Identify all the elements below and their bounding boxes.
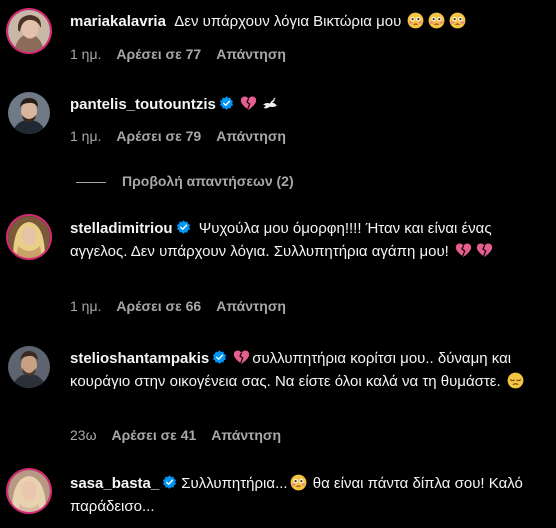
comment-username[interactable]: stelioshantampakis (70, 350, 209, 367)
broken-heart-emoji-icon (240, 95, 257, 112)
comment-meta: 1 ημ. Αρέσει σε 79 Απάντηση (70, 127, 301, 145)
avatar-image (8, 216, 50, 258)
comment-likes[interactable]: Αρέσει σε 41 (112, 427, 197, 443)
pensive-emoji-icon (507, 372, 524, 389)
comment-likes[interactable]: Αρέσει σε 79 (116, 128, 201, 144)
reply-button[interactable]: Απάντηση (216, 128, 286, 144)
comments-feed: mariakalavria Δεν υπάρχουν λόγια Βικτώρι… (0, 0, 556, 528)
avatar-image (8, 470, 50, 512)
verified-badge-icon (176, 220, 191, 235)
reply-button[interactable]: Απάντηση (211, 427, 281, 443)
comment-time[interactable]: 1 ημ. (70, 128, 101, 144)
comment-item: pantelis_toutountzis 1 ημ. Αρέσει σε 79 Απ… (0, 84, 556, 154)
flushed-emoji-icon (428, 12, 445, 29)
comment-meta: 23ω Αρέσει σε 41 Απάντηση (70, 426, 296, 444)
avatar[interactable] (8, 92, 50, 134)
comment-time[interactable]: 1 ημ. (70, 46, 101, 62)
comment-likes[interactable]: Αρέσει σε 66 (116, 298, 201, 314)
comment-meta: 1 ημ. Αρέσει σε 66 Απάντηση (70, 297, 301, 315)
avatar-image (8, 92, 50, 134)
comment-username[interactable]: mariakalavria (70, 13, 166, 30)
reply-button[interactable]: Απάντηση (216, 46, 286, 62)
verified-badge-icon (212, 350, 227, 365)
comment-meta: 1 ημ. Αρέσει σε 77 Απάντηση (70, 45, 301, 63)
comment-text: Δεν υπάρχουν λόγια Βικτώρια μου (174, 13, 402, 30)
avatar-image (8, 10, 50, 52)
comment-item: sasa_basta_ Συλλυπητήρια... θα είναι πάντ… (0, 462, 556, 528)
comment-username[interactable]: sasa_basta_ (70, 475, 159, 492)
comment-time[interactable]: 23ω (70, 427, 97, 443)
comment-item: stelioshantampakis συλλυπητήρια κορίτσι μ… (0, 342, 556, 452)
dove-emoji-icon (261, 95, 278, 112)
comment-username[interactable]: stelladimitriou (70, 220, 173, 237)
broken-heart-emoji-icon (233, 349, 250, 366)
avatar[interactable] (8, 346, 50, 388)
reply-button[interactable]: Απάντηση (216, 298, 286, 314)
view-replies-label: Προβολή απαντήσεων (2) (122, 173, 294, 189)
comment-time[interactable]: 1 ημ. (70, 298, 101, 314)
verified-badge-icon (162, 475, 177, 490)
verified-badge-icon (219, 96, 234, 111)
comment-item: stelladimitriou Ψυχούλα μου όμορφη!!!! Ή… (0, 210, 556, 320)
comment-text: Συλλυπητήρια... (181, 475, 288, 492)
broken-heart-emoji-icon (476, 242, 493, 259)
view-replies-button[interactable]: Προβολή απαντήσεων (2) (76, 172, 294, 190)
avatar[interactable] (8, 10, 50, 52)
comment-item: mariakalavria Δεν υπάρχουν λόγια Βικτώρι… (0, 0, 556, 70)
avatar-image (8, 346, 50, 388)
avatar[interactable] (8, 216, 50, 258)
replies-divider (76, 181, 106, 183)
comment-username[interactable]: pantelis_toutountzis (70, 96, 216, 113)
flushed-emoji-icon (407, 12, 424, 29)
flushed-emoji-icon (449, 12, 466, 29)
flushed-emoji-icon (290, 474, 307, 491)
broken-heart-emoji-icon (455, 242, 472, 259)
comment-likes[interactable]: Αρέσει σε 77 (116, 46, 201, 62)
avatar[interactable] (8, 470, 50, 512)
